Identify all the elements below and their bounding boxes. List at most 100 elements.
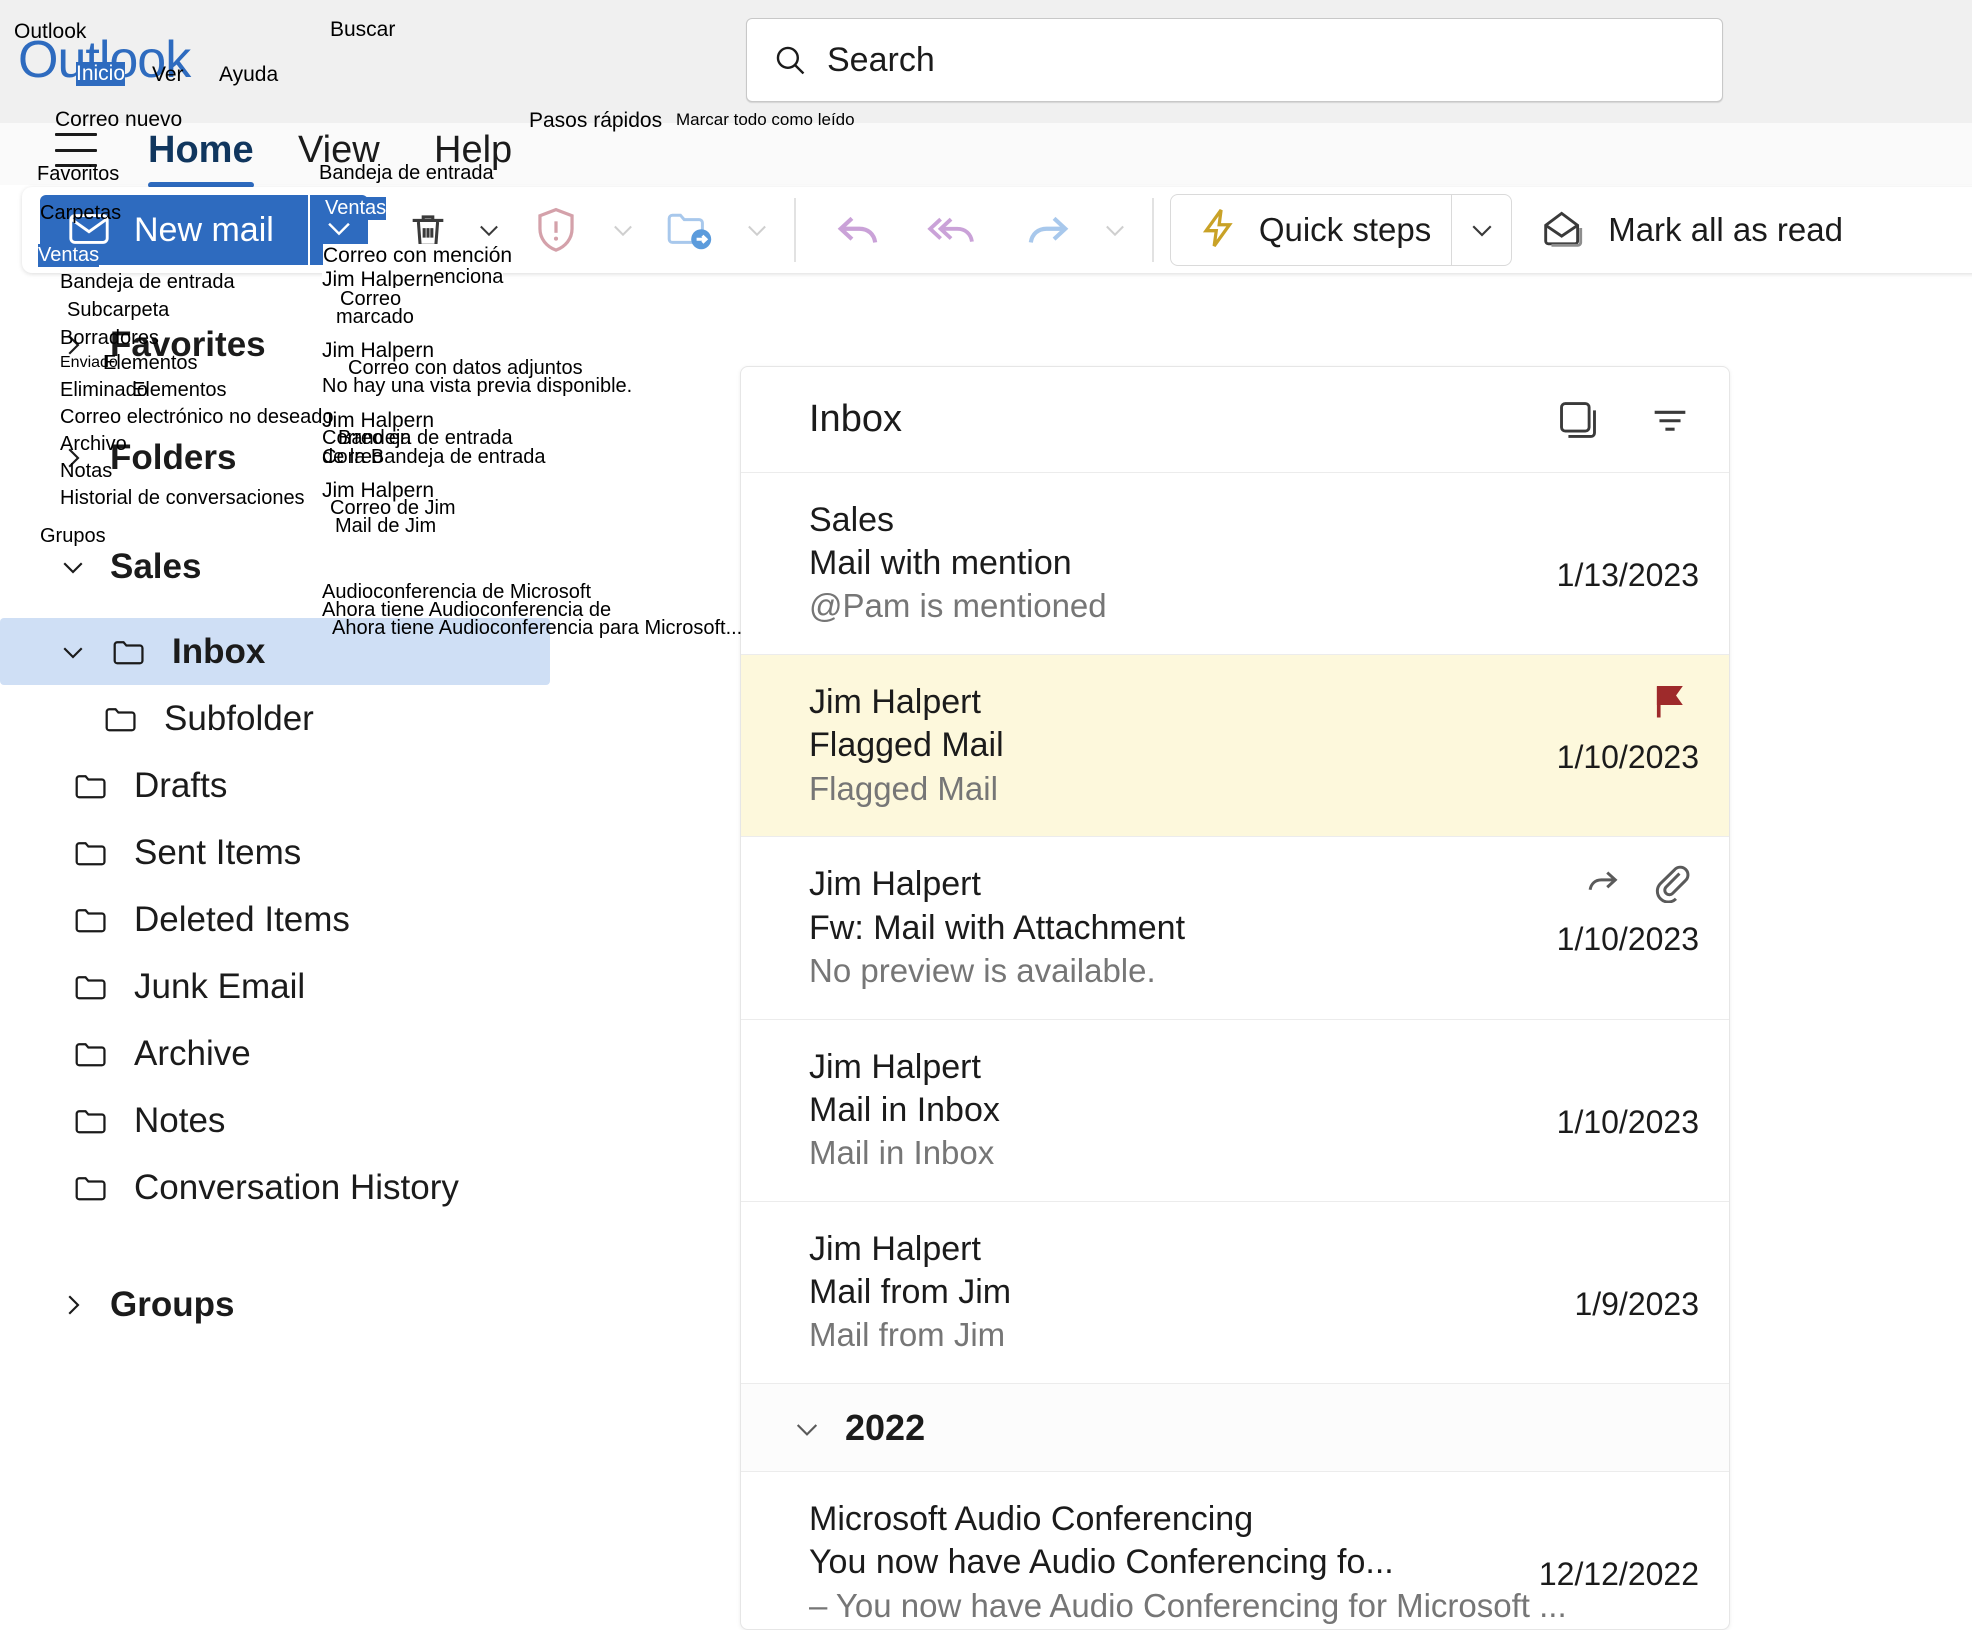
toolbar-divider-2 bbox=[1151, 198, 1154, 262]
table-row[interactable]: Jim Halpert Fw: Mail with Attachment No … bbox=[741, 837, 1729, 1020]
open-envelope-icon bbox=[1538, 204, 1588, 257]
stacked-squares-icon[interactable] bbox=[1555, 397, 1601, 443]
message-sender: Microsoft Audio Conferencing bbox=[809, 1500, 1254, 1539]
folder-icon bbox=[102, 701, 142, 737]
toolbar-divider bbox=[793, 198, 796, 262]
forward-chevron-button[interactable] bbox=[1094, 216, 1136, 244]
chevron-down-icon bbox=[58, 552, 88, 582]
message-date: 1/9/2023 bbox=[1574, 1285, 1699, 1322]
mark-all-as-read-button[interactable]: Mark all as read bbox=[1538, 204, 1843, 257]
message-list-header: Inbox bbox=[741, 367, 1729, 473]
mark-all-as-read-label: Mark all as read bbox=[1608, 211, 1843, 248]
top-bar: Outlook Search bbox=[0, 0, 1972, 123]
move-to-chevron-button[interactable] bbox=[736, 216, 778, 244]
search-input[interactable]: Search bbox=[746, 18, 1723, 102]
sidebar-item-notes[interactable]: Notes bbox=[0, 1087, 740, 1154]
forward-icon bbox=[1581, 861, 1623, 908]
folder-icon bbox=[72, 768, 112, 804]
quick-steps-chevron-button[interactable] bbox=[1451, 195, 1511, 265]
command-bar: New mail Quick steps Mark all as read bbox=[22, 187, 1972, 273]
chevron-right-icon bbox=[58, 330, 88, 360]
report-junk-chevron-button[interactable] bbox=[602, 216, 644, 244]
sidebar-item-label-archive: Archive bbox=[134, 1033, 251, 1073]
message-sender: Jim Halpert bbox=[809, 1229, 981, 1268]
sidebar-section-favorites[interactable]: Favorites bbox=[0, 311, 740, 378]
tab-home[interactable]: Home bbox=[148, 129, 254, 188]
delete-button[interactable] bbox=[388, 195, 468, 265]
sidebar-label-folders: Folders bbox=[110, 437, 237, 477]
reply-button[interactable] bbox=[812, 195, 906, 265]
tab-view[interactable]: View bbox=[298, 129, 380, 178]
quick-steps-label: Quick steps bbox=[1258, 211, 1432, 248]
sidebar-account-sales[interactable]: Sales bbox=[0, 533, 740, 600]
table-row[interactable]: Jim Halpert Mail from Jim Mail from Jim … bbox=[741, 1202, 1729, 1385]
report-junk-button[interactable] bbox=[510, 195, 602, 265]
quick-steps-button[interactable]: Quick steps bbox=[1169, 194, 1513, 266]
chevron-right-icon bbox=[58, 1290, 88, 1320]
envelope-icon bbox=[66, 206, 112, 255]
folder-icon bbox=[72, 1036, 112, 1072]
new-mail-button[interactable]: New mail bbox=[40, 195, 308, 265]
folder-icon bbox=[72, 1103, 112, 1139]
chevron-down-icon bbox=[791, 1413, 821, 1443]
message-date: 12/12/2022 bbox=[1538, 1556, 1699, 1593]
sidebar-item-subfolder[interactable]: Subfolder bbox=[0, 685, 740, 752]
move-to-button[interactable] bbox=[644, 195, 736, 265]
message-date: 1/10/2023 bbox=[1556, 1103, 1699, 1140]
group-header-2022[interactable]: 2022 bbox=[741, 1384, 1729, 1473]
sidebar-item-drafts[interactable]: Drafts bbox=[0, 752, 740, 819]
table-row[interactable]: Jim Halpert Mail in Inbox Mail in Inbox … bbox=[741, 1020, 1729, 1202]
chevron-down-icon bbox=[58, 637, 88, 667]
paperclip-icon bbox=[1649, 861, 1691, 908]
message-date: 1/10/2023 bbox=[1556, 921, 1699, 958]
reply-all-button[interactable] bbox=[906, 195, 1000, 265]
message-list-title: Inbox bbox=[809, 398, 902, 440]
sidebar-item-label-deleted-items: Deleted Items bbox=[134, 899, 350, 939]
sidebar-label-sales: Sales bbox=[110, 546, 202, 586]
chevron-right-icon bbox=[58, 443, 88, 473]
sidebar-item-junk-email[interactable]: Junk Email bbox=[0, 953, 740, 1020]
sidebar-item-label-drafts: Drafts bbox=[134, 765, 228, 805]
message-sender: Sales bbox=[809, 501, 895, 539]
sidebar-item-label-junk-email: Junk Email bbox=[134, 966, 306, 1006]
message-date: 1/10/2023 bbox=[1556, 739, 1699, 776]
ribbon-tab-strip: Home View Help bbox=[0, 123, 1972, 188]
folder-sidebar: Favorites Folders Sales Inbox Subfolder … bbox=[0, 283, 740, 1630]
sidebar-label-groups: Groups bbox=[110, 1284, 235, 1324]
sidebar-item-archive[interactable]: Archive bbox=[0, 1020, 740, 1087]
sidebar-item-conversation-history[interactable]: Conversation History bbox=[0, 1154, 740, 1221]
sidebar-item-label-sent-items: Sent Items bbox=[134, 832, 302, 872]
tab-help[interactable]: Help bbox=[434, 129, 512, 178]
filter-icon[interactable] bbox=[1647, 397, 1693, 443]
chevron-down-icon bbox=[322, 211, 356, 250]
search-icon bbox=[773, 43, 807, 77]
forward-button[interactable] bbox=[1000, 195, 1094, 265]
table-row[interactable]: Microsoft Audio Conferencing You now hav… bbox=[741, 1472, 1729, 1629]
flag-icon[interactable] bbox=[1647, 679, 1691, 728]
folder-icon bbox=[72, 835, 112, 871]
group-header-label: 2022 bbox=[845, 1406, 926, 1448]
search-placeholder: Search bbox=[827, 40, 935, 79]
message-sender: Jim Halpert bbox=[809, 683, 981, 722]
sidebar-item-label-conversation-history: Conversation History bbox=[134, 1167, 459, 1207]
hamburger-menu-icon[interactable] bbox=[55, 133, 97, 167]
message-date: 1/13/2023 bbox=[1556, 557, 1699, 593]
table-row[interactable]: Jim Halpert Flagged Mail Flagged Mail 1/… bbox=[741, 655, 1729, 838]
sidebar-section-folders[interactable]: Folders bbox=[0, 424, 740, 491]
sidebar-item-deleted-items[interactable]: Deleted Items bbox=[0, 886, 740, 953]
sidebar-item-label-inbox: Inbox bbox=[172, 631, 266, 671]
sidebar-item-sent-items[interactable]: Sent Items bbox=[0, 819, 740, 886]
message-sender: Jim Halpert bbox=[809, 1047, 981, 1086]
folder-icon bbox=[72, 1170, 112, 1206]
sidebar-item-inbox[interactable]: Inbox bbox=[0, 618, 550, 685]
folder-icon bbox=[72, 902, 112, 938]
sidebar-item-label-subfolder: Subfolder bbox=[164, 698, 314, 738]
delete-chevron-button[interactable] bbox=[468, 216, 510, 244]
sidebar-section-groups[interactable]: Groups bbox=[0, 1271, 740, 1338]
new-mail-split-button[interactable] bbox=[309, 195, 368, 265]
table-row[interactable]: Sales Mail with mention @Pam is mentione… bbox=[741, 473, 1729, 656]
folder-icon bbox=[72, 969, 112, 1005]
sidebar-item-label-notes: Notes bbox=[134, 1100, 226, 1140]
outlook-logo: Outlook bbox=[18, 31, 191, 89]
new-mail-label: New mail bbox=[134, 210, 274, 249]
